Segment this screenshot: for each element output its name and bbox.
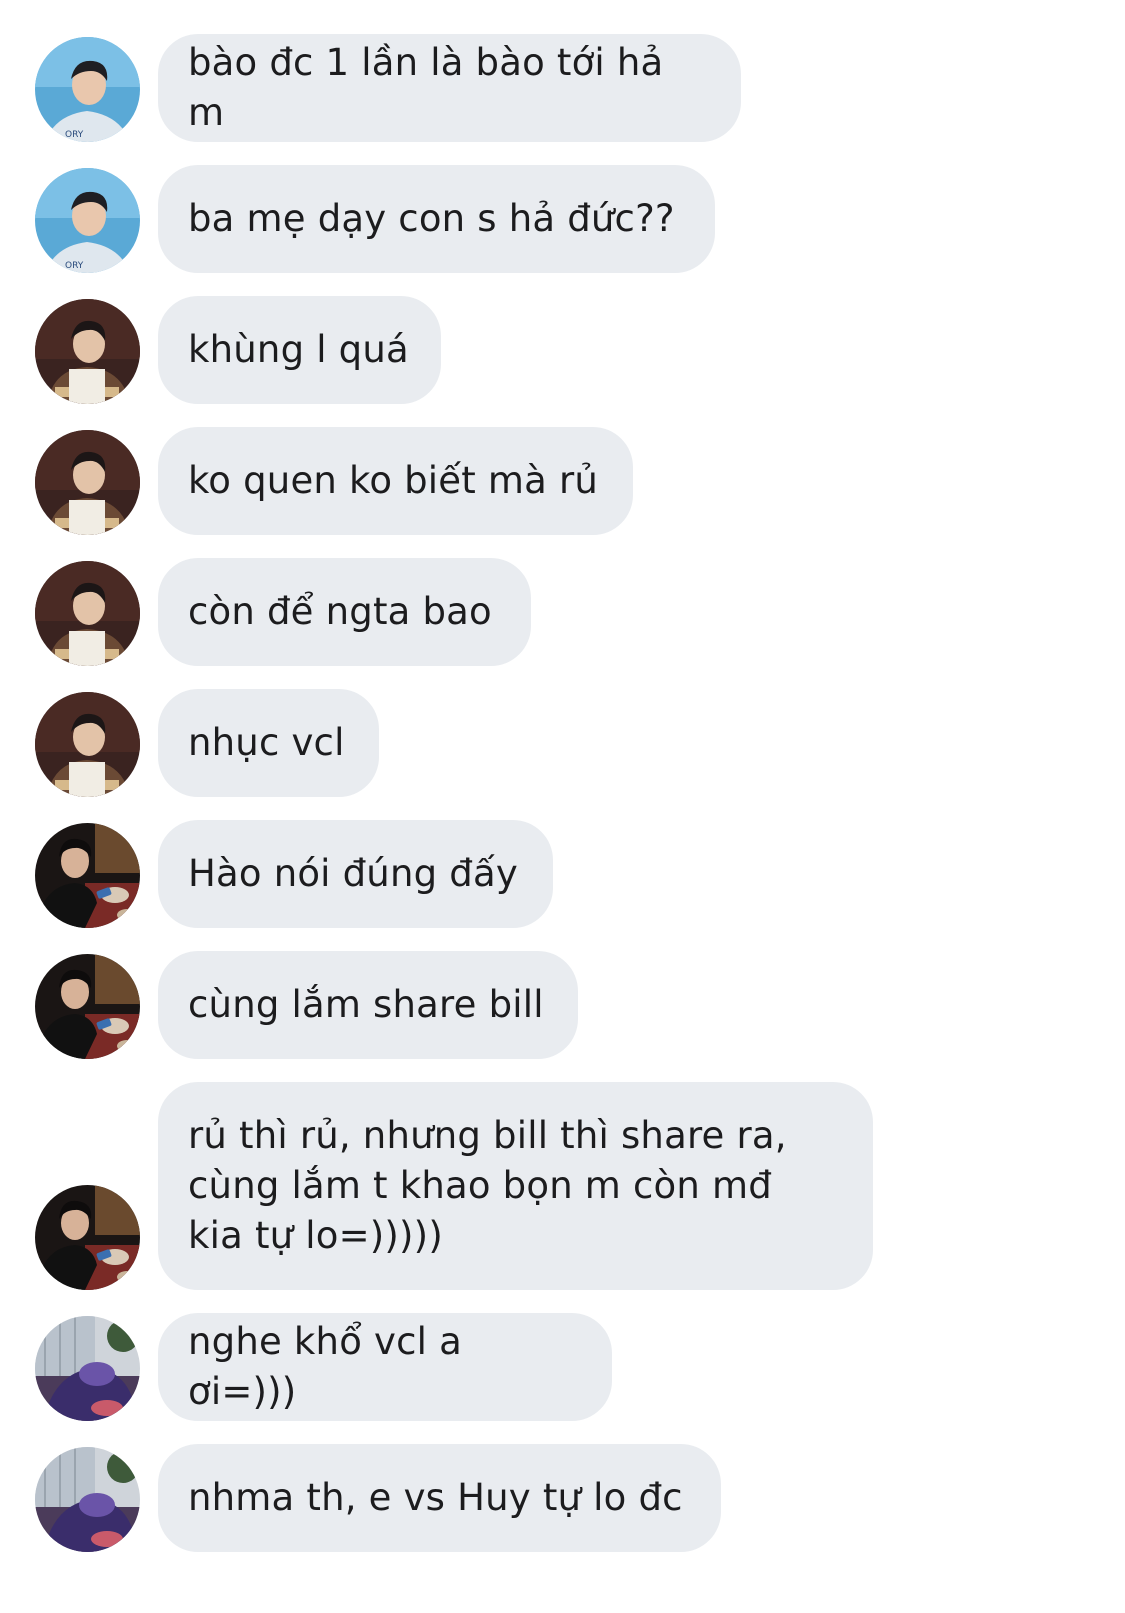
message-text: rủ thì rủ, nhưng bill thì share ra, cùng… (188, 1114, 787, 1257)
chat-thread: ORY bào đc 1 lần là bào tới hả m ORY ba … (0, 0, 1125, 1613)
avatar[interactable] (35, 823, 140, 928)
message-bubble[interactable]: nhma th, e vs Huy tự lo đc (158, 1444, 721, 1552)
message-row: khùng l quá (0, 296, 1125, 404)
message-text: nhục vcl (188, 721, 345, 764)
avatar[interactable] (35, 954, 140, 1059)
message-text: ko quen ko biết mà rủ (188, 459, 599, 502)
avatar[interactable] (35, 299, 140, 404)
message-row: còn để ngta bao (0, 558, 1125, 666)
avatar-purple-room-icon (35, 1447, 140, 1552)
message-bubble[interactable]: Hào nói đúng đấy (158, 820, 553, 928)
avatar-dark-restaurant-icon (35, 823, 140, 928)
message-text: khùng l quá (188, 328, 409, 371)
message-text: ba mẹ dạy con s hả đức?? (188, 197, 675, 240)
svg-text:ORY: ORY (65, 130, 84, 140)
message-bubble[interactable]: rủ thì rủ, nhưng bill thì share ra, cùng… (158, 1082, 873, 1290)
message-bubble[interactable]: cùng lắm share bill (158, 951, 578, 1059)
message-bubble[interactable]: bào đc 1 lần là bào tới hả m (158, 34, 741, 142)
message-row: nhục vcl (0, 689, 1125, 797)
message-bubble[interactable]: nghe khổ vcl a ơi=))) (158, 1313, 612, 1421)
avatar[interactable]: ORY (35, 168, 140, 273)
message-text: còn để ngta bao (188, 590, 492, 633)
avatar-brown-portrait-icon (35, 430, 140, 535)
message-row: ko quen ko biết mà rủ (0, 427, 1125, 535)
message-bubble[interactable]: còn để ngta bao (158, 558, 531, 666)
avatar-dark-restaurant-icon (35, 1185, 140, 1290)
message-bubble[interactable]: nhục vcl (158, 689, 379, 797)
message-row: rủ thì rủ, nhưng bill thì share ra, cùng… (0, 1082, 1125, 1290)
avatar[interactable] (35, 430, 140, 535)
message-text: nhma th, e vs Huy tự lo đc (188, 1476, 683, 1519)
avatar[interactable] (35, 1447, 140, 1552)
message-row: ORY bào đc 1 lần là bào tới hả m (0, 34, 1125, 142)
message-row: cùng lắm share bill (0, 951, 1125, 1059)
avatar[interactable] (35, 561, 140, 666)
avatar-dark-restaurant-icon (35, 954, 140, 1059)
message-row: Hào nói đúng đấy (0, 820, 1125, 928)
message-text: bào đc 1 lần là bào tới hả m (188, 41, 664, 134)
message-text: cùng lắm share bill (188, 983, 544, 1026)
avatar[interactable] (35, 1316, 140, 1421)
avatar[interactable]: ORY (35, 37, 140, 142)
avatar[interactable] (35, 1185, 140, 1290)
message-text: nghe khổ vcl a ơi=))) (188, 1320, 462, 1413)
message-text: Hào nói đúng đấy (188, 852, 518, 895)
message-row: nhma th, e vs Huy tự lo đc (0, 1444, 1125, 1552)
svg-text:ORY: ORY (65, 261, 84, 271)
message-bubble[interactable]: ko quen ko biết mà rủ (158, 427, 633, 535)
message-row: nghe khổ vcl a ơi=))) (0, 1313, 1125, 1421)
avatar[interactable] (35, 692, 140, 797)
message-row: ORY ba mẹ dạy con s hả đức?? (0, 165, 1125, 273)
avatar-brown-portrait-icon (35, 561, 140, 666)
message-bubble[interactable]: ba mẹ dạy con s hả đức?? (158, 165, 715, 273)
avatar-purple-room-icon (35, 1316, 140, 1421)
avatar-brown-portrait-icon (35, 692, 140, 797)
avatar-brown-portrait-icon (35, 299, 140, 404)
avatar-blue-sky-icon: ORY (35, 37, 140, 142)
avatar-blue-sky-icon: ORY (35, 168, 140, 273)
message-bubble[interactable]: khùng l quá (158, 296, 441, 404)
